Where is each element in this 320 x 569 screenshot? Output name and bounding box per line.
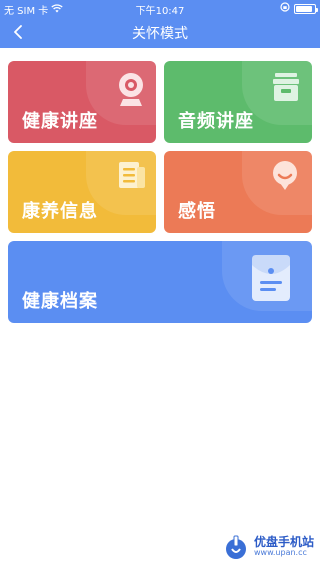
smile-chat-icon	[273, 161, 297, 190]
card-health-records[interactable]: 健康档案	[8, 241, 312, 323]
page-title: 关怀模式	[132, 26, 188, 42]
watermark: 优盘手机站 www.upan.cc	[222, 533, 314, 561]
card-label: 音频讲座	[178, 111, 254, 132]
newspaper-icon	[119, 162, 145, 188]
card-label: 康养信息	[22, 201, 98, 222]
card-insights[interactable]: 感悟	[164, 151, 312, 233]
card-label: 健康讲座	[22, 111, 98, 132]
card-label: 感悟	[178, 201, 216, 222]
status-time: 下午10:47	[135, 6, 185, 17]
watermark-url: www.upan.cc	[253, 548, 307, 558]
archive-box-icon	[273, 73, 299, 101]
nav-bar: 关怀模式	[0, 16, 320, 48]
usb-logo-icon	[225, 535, 246, 559]
card-wellness-info[interactable]: 康养信息	[8, 151, 156, 233]
status-right	[280, 2, 318, 15]
watermark-text: 优盘手机站 www.upan.cc	[253, 535, 314, 558]
battery-icon	[294, 3, 318, 14]
status-bar: 无 SIM 卡 下午10:47	[0, 0, 320, 17]
card-label: 健康档案	[22, 291, 98, 312]
file-folder-icon	[252, 255, 290, 301]
card-health-lecture[interactable]: 健康讲座	[8, 61, 156, 143]
card-audio-lecture[interactable]: 音频讲座	[164, 61, 312, 143]
orientation-lock-icon	[280, 2, 290, 15]
webcam-icon	[119, 73, 143, 106]
